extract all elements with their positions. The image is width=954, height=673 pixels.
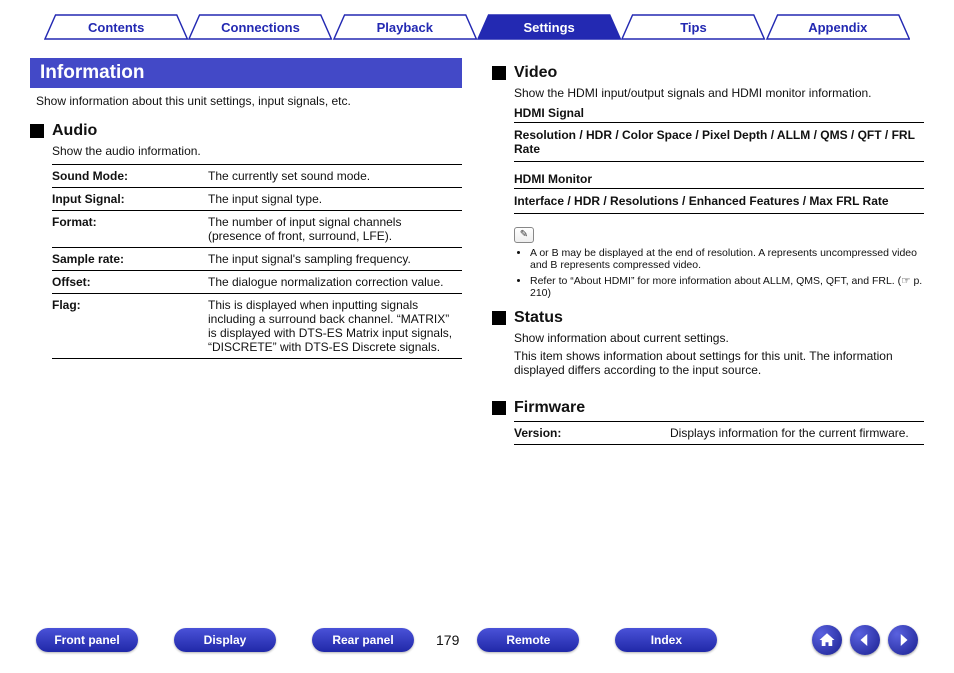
section-title: Video [514, 64, 557, 82]
square-bullet-icon [30, 124, 44, 138]
def-value: The number of input signal channels (pre… [208, 211, 462, 248]
square-bullet-icon [492, 66, 506, 80]
manual-page: Contents Connections Playback Settings T… [0, 0, 954, 673]
note-item: Refer to “About HDMI” for more informati… [530, 275, 924, 299]
table-row: Flag:This is displayed when inputting si… [52, 294, 462, 359]
pill-label: Display [204, 633, 247, 647]
def-key: Sample rate: [52, 248, 208, 271]
def-key: Flag: [52, 294, 208, 359]
hdmi-monitor-items: Interface / HDR / Resolutions / Enhanced… [514, 188, 924, 214]
top-tabs: Contents Connections Playback Settings T… [44, 14, 910, 40]
table-row: Sound Mode:The currently set sound mode. [52, 165, 462, 188]
pill-rear-panel[interactable]: Rear panel [312, 628, 414, 652]
home-icon[interactable] [812, 625, 842, 655]
square-bullet-icon [492, 311, 506, 325]
tab-label: Tips [680, 20, 707, 35]
video-notes: A or B may be displayed at the end of re… [514, 247, 924, 299]
hdmi-monitor-label: HDMI Monitor [514, 172, 924, 186]
table-row: Offset:The dialogue normalization correc… [52, 271, 462, 294]
section-title: Firmware [514, 399, 585, 417]
nav-icons [812, 625, 918, 655]
table-row: Sample rate:The input signal's sampling … [52, 248, 462, 271]
section-audio: Audio [30, 122, 462, 140]
pill-label: Front panel [54, 633, 119, 647]
tab-label: Connections [221, 20, 300, 35]
def-value: The currently set sound mode. [208, 165, 462, 188]
tab-label: Playback [377, 20, 433, 35]
page-number: 179 [436, 632, 459, 648]
pill-front-panel[interactable]: Front panel [36, 628, 138, 652]
hdmi-signal-label: HDMI Signal [514, 106, 924, 120]
tab-appendix[interactable]: Appendix [766, 14, 910, 40]
def-key: Input Signal: [52, 188, 208, 211]
table-row: Input Signal:The input signal type. [52, 188, 462, 211]
next-page-icon[interactable] [888, 625, 918, 655]
firmware-table: Version:Displays information for the cur… [514, 421, 924, 445]
tab-settings[interactable]: Settings [477, 14, 621, 40]
pill-label: Rear panel [332, 633, 393, 647]
page-title: Information [30, 58, 462, 88]
status-line2: This item shows information about settin… [514, 349, 924, 377]
left-column: Information Show information about this … [30, 58, 462, 445]
tab-contents[interactable]: Contents [44, 14, 188, 40]
tab-tips[interactable]: Tips [621, 14, 765, 40]
tab-label: Appendix [808, 20, 867, 35]
table-row: Version:Displays information for the cur… [514, 421, 924, 444]
prev-page-icon[interactable] [850, 625, 880, 655]
section-firmware: Firmware [492, 399, 924, 417]
square-bullet-icon [492, 401, 506, 415]
def-key: Version: [514, 421, 670, 444]
section-status: Status [492, 309, 924, 327]
section-video: Video [492, 64, 924, 82]
tab-label: Contents [88, 20, 144, 35]
def-key: Offset: [52, 271, 208, 294]
note-item: A or B may be displayed at the end of re… [530, 247, 924, 271]
intro-text: Show information about this unit setting… [36, 94, 456, 108]
pill-label: Index [651, 633, 682, 647]
def-key: Format: [52, 211, 208, 248]
video-desc: Show the HDMI input/output signals and H… [514, 86, 924, 100]
def-value: The input signal type. [208, 188, 462, 211]
def-value: This is displayed when inputting signals… [208, 294, 462, 359]
section-title: Audio [52, 122, 97, 140]
audio-table: Sound Mode:The currently set sound mode.… [52, 164, 462, 359]
tab-connections[interactable]: Connections [188, 14, 332, 40]
pill-index[interactable]: Index [615, 628, 717, 652]
def-value: Displays information for the current fir… [670, 421, 924, 444]
pencil-note-icon: ✎ [514, 227, 534, 243]
pill-display[interactable]: Display [174, 628, 276, 652]
bottom-nav: Front panel Display Rear panel 179 Remot… [0, 625, 954, 655]
tab-label: Settings [524, 20, 575, 35]
right-column: Video Show the HDMI input/output signals… [492, 58, 924, 445]
pill-label: Remote [506, 633, 550, 647]
hdmi-signal-items: Resolution / HDR / Color Space / Pixel D… [514, 122, 924, 162]
section-title: Status [514, 309, 563, 327]
def-value: The dialogue normalization correction va… [208, 271, 462, 294]
audio-desc: Show the audio information. [52, 144, 462, 158]
status-line1: Show information about current settings. [514, 331, 924, 345]
tab-playback[interactable]: Playback [333, 14, 477, 40]
def-value: The input signal's sampling frequency. [208, 248, 462, 271]
pill-remote[interactable]: Remote [477, 628, 579, 652]
table-row: Format:The number of input signal channe… [52, 211, 462, 248]
def-key: Sound Mode: [52, 165, 208, 188]
